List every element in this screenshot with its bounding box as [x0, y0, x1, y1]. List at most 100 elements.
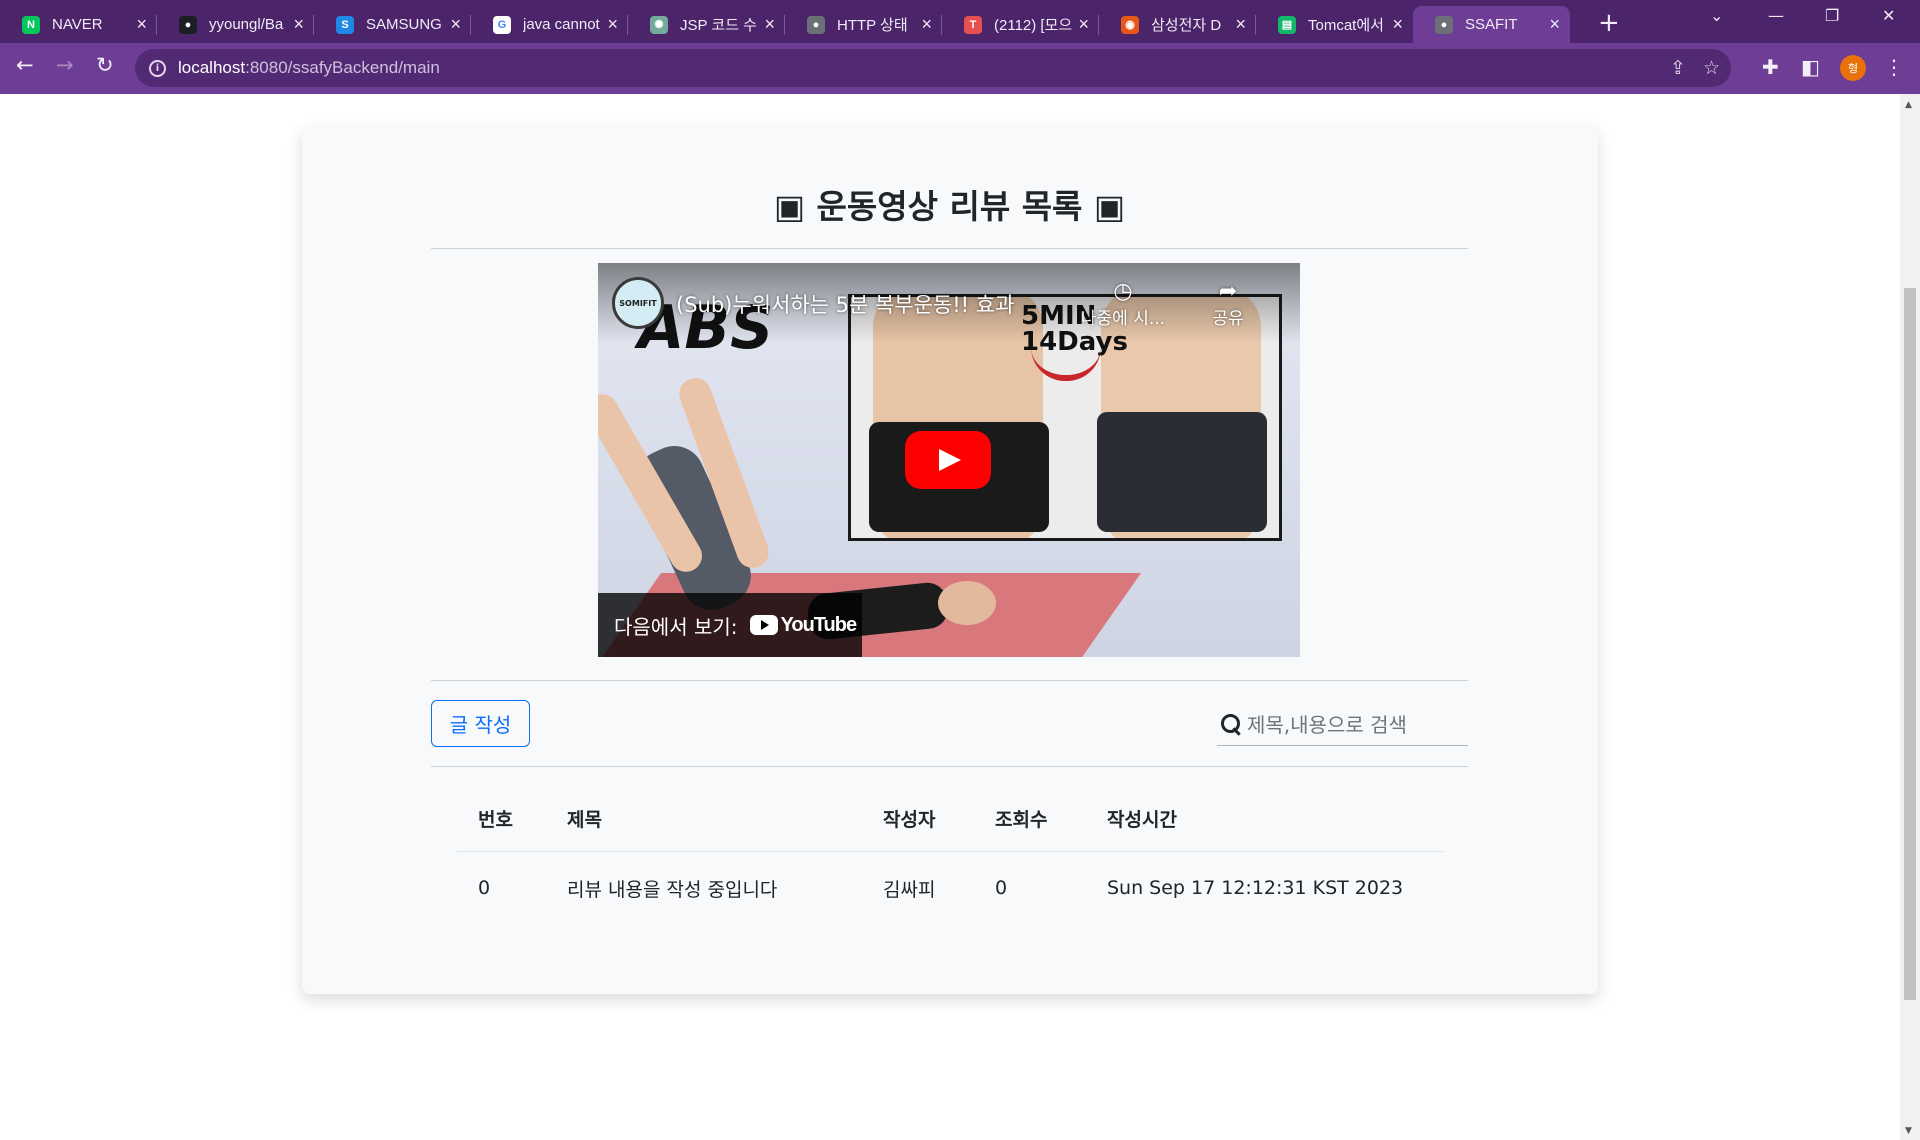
write-post-button[interactable]: 글 작성	[431, 700, 530, 747]
close-tab-icon[interactable]: ×	[921, 14, 932, 35]
tcode-icon: T	[964, 15, 982, 34]
thumbnail-head	[938, 581, 996, 625]
play-button[interactable]	[905, 431, 991, 489]
site-info-icon[interactable]: i	[149, 59, 166, 77]
close-tab-icon[interactable]: ×	[1078, 14, 1089, 35]
header-writer: 작성자	[883, 809, 936, 831]
watch-later-button[interactable]: ◷ 나중에 시...	[1078, 279, 1168, 329]
browser-toolbar: ← → ↻ i localhost:8080/ssafyBackend/main…	[0, 43, 1920, 94]
close-tab-icon[interactable]: ×	[136, 14, 147, 35]
browser-tab[interactable]: S SAMSUNG ×	[314, 6, 471, 43]
header-created-at: 작성시간	[1107, 809, 1177, 831]
close-tab-icon[interactable]: ×	[764, 14, 775, 35]
tab-title: yyoungl/Ba	[209, 16, 284, 33]
naver-icon: N	[22, 15, 40, 34]
browser-tab[interactable]: T (2112) [모으 ×	[942, 6, 1099, 43]
tab-title: Tomcat에서	[1308, 17, 1384, 34]
browser-tab[interactable]: ● SSAFIT ×	[1413, 6, 1570, 43]
close-tab-icon[interactable]: ×	[293, 14, 304, 35]
browser-tab[interactable]: ● HTTP 상태 ×	[785, 6, 942, 43]
search-icon	[1221, 713, 1243, 736]
share-label: 공유	[1212, 309, 1244, 329]
google-icon: G	[493, 15, 511, 34]
menu-kebab-icon[interactable]: ⋮	[1884, 55, 1904, 79]
video-divider	[431, 680, 1468, 681]
scroll-down-arrow-icon[interactable]: ▼	[1905, 1126, 1912, 1136]
youtube-play-box-icon	[749, 615, 778, 635]
header-views: 조회수	[995, 809, 1048, 831]
youtube-logo-icon: YouTube	[749, 614, 857, 637]
table-row[interactable]: 0 리뷰 내용을 작성 중입니다 김싸피 0 Sun Sep 17 12:12:…	[457, 852, 1443, 924]
review-list-card: ▣ 운동영상 리뷰 목록 ▣ ABS 5MIN 14Days SOMIFIT (…	[302, 126, 1598, 994]
row-title-link[interactable]: 리뷰 내용을 작성 중입니다	[567, 875, 883, 902]
browser-tab-strip: N NAVER × ● yyoungl/Ba × S SAMSUNG × Gjava cannot…	[0, 0, 1920, 43]
close-tab-icon[interactable]: ×	[607, 14, 618, 35]
url-host: localhost	[178, 58, 246, 77]
url-text[interactable]: localhost:8080/ssafyBackend/main	[178, 58, 440, 78]
channel-avatar[interactable]: SOMIFIT	[612, 277, 664, 329]
row-writer: 김싸피	[883, 878, 936, 901]
side-panel-icon[interactable]: ◧	[1801, 55, 1820, 79]
tomcat-doc-icon: ▤	[1278, 15, 1296, 34]
browser-tab[interactable]: Gjava cannot ×	[471, 6, 628, 43]
browser-tab[interactable]: ● yyoungl/Ba ×	[157, 6, 314, 43]
row-number: 0	[478, 877, 491, 899]
tab-search-icon[interactable]: ⌄	[1710, 6, 1723, 25]
row-created-at: Sun Sep 17 12:12:31 KST 2023	[1107, 877, 1404, 899]
profile-avatar[interactable]: 형	[1840, 55, 1866, 81]
samsung-d-icon: ◉	[1121, 15, 1139, 34]
close-tab-icon[interactable]: ×	[1235, 14, 1246, 35]
search-box	[1217, 704, 1468, 746]
chatgpt-icon: ✺	[650, 15, 668, 34]
watch-on-youtube-link[interactable]: 다음에서 보기: YouTube	[598, 593, 862, 657]
title-divider	[431, 248, 1468, 249]
clock-icon: ◷	[1113, 279, 1133, 304]
page-viewport: ▣ 운동영상 리뷰 목록 ▣ ABS 5MIN 14Days SOMIFIT (…	[0, 94, 1920, 1140]
toolbar-divider	[431, 766, 1468, 767]
row-views: 0	[995, 877, 1008, 899]
page-title: ▣ 운동영상 리뷰 목록 ▣	[773, 187, 1126, 226]
globe-icon: ●	[1435, 15, 1453, 34]
extensions-puzzle-icon[interactable]: ✚	[1762, 55, 1779, 79]
forward-arrow-icon[interactable]: →	[56, 53, 74, 77]
review-table: 번호 제목 작성자 조회수 작성시간 0 리뷰 내용을 작성 중입니다 김싸피 …	[457, 786, 1443, 924]
youtube-embed[interactable]: ABS 5MIN 14Days SOMIFIT (Sub)누워서하는 5분 복부…	[598, 263, 1300, 657]
browser-tab[interactable]: ✺ JSP 코드 수 ×	[628, 6, 785, 43]
tab-title: SSAFIT	[1465, 16, 1518, 33]
share-page-icon[interactable]: ⇪	[1670, 57, 1686, 79]
scroll-up-arrow-icon[interactable]: ▲	[1905, 100, 1912, 110]
share-button[interactable]: ➦ 공유	[1198, 279, 1258, 329]
header-number: 번호	[478, 809, 513, 831]
url-path: :8080/ssafyBackend/main	[245, 58, 440, 77]
browser-tab[interactable]: ▤ Tomcat에서 ×	[1256, 6, 1413, 43]
minimize-button[interactable]: —	[1768, 6, 1784, 25]
close-tab-icon[interactable]: ×	[1549, 14, 1560, 35]
back-arrow-icon[interactable]: ←	[16, 53, 34, 77]
tab-title: HTTP 상태	[837, 17, 908, 34]
address-bar[interactable]: i localhost:8080/ssafyBackend/main ⇪ ☆	[135, 49, 1731, 87]
bookmark-star-icon[interactable]: ☆	[1703, 57, 1720, 79]
close-tab-icon[interactable]: ×	[1392, 14, 1403, 35]
video-title[interactable]: (Sub)누워서하는 5분 복부운동!! 효과	[676, 289, 1014, 319]
close-window-button[interactable]: ✕	[1882, 6, 1895, 25]
browser-tab[interactable]: N NAVER ×	[0, 6, 157, 43]
tab-title: java cannot	[523, 16, 600, 33]
search-input[interactable]	[1247, 712, 1462, 737]
close-tab-icon[interactable]: ×	[450, 14, 461, 35]
table-header-row: 번호 제목 작성자 조회수 작성시간	[457, 786, 1443, 852]
header-title: 제목	[567, 809, 602, 831]
globe-icon: ●	[807, 15, 825, 34]
reload-icon[interactable]: ↻	[96, 53, 114, 77]
tab-title: 삼성전자 D	[1151, 17, 1222, 34]
watch-on-label: 다음에서 보기:	[614, 614, 738, 639]
tab-title: JSP 코드 수	[680, 17, 757, 34]
github-icon: ●	[179, 15, 197, 34]
scrollbar-thumb[interactable]	[1904, 288, 1916, 1000]
tab-title: SAMSUNG	[366, 16, 442, 33]
samsung-icon: S	[336, 15, 354, 34]
restore-button[interactable]: ❐	[1825, 6, 1839, 25]
vertical-scrollbar[interactable]: ▲ ▼	[1900, 94, 1920, 1140]
browser-tab[interactable]: ◉ 삼성전자 D ×	[1099, 6, 1256, 43]
new-tab-button[interactable]: +	[1598, 8, 1620, 38]
tab-title: (2112) [모으	[994, 17, 1073, 34]
